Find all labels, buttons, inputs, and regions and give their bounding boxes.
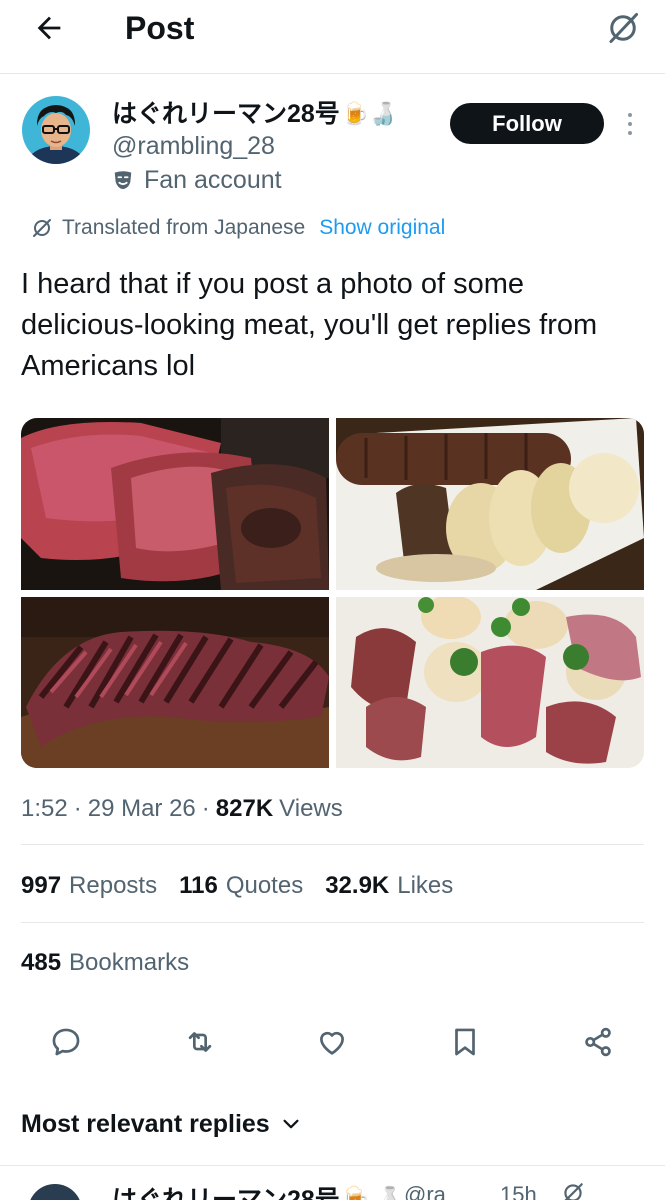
meta-separator: · bbox=[73, 795, 82, 822]
share-button[interactable] bbox=[576, 1020, 620, 1064]
like-button[interactable] bbox=[310, 1020, 354, 1064]
bookmarks-label: Bookmarks bbox=[69, 949, 190, 976]
bookmarks-stat[interactable]: 485 Bookmarks bbox=[21, 946, 211, 980]
photo-sliced-beef-board[interactable] bbox=[21, 597, 329, 768]
like-icon bbox=[320, 1031, 344, 1055]
follow-button[interactable]: Follow bbox=[450, 103, 604, 144]
replies-sort-dropdown[interactable]: Most relevant replies bbox=[21, 1106, 302, 1142]
account-label-text: Fan account bbox=[144, 166, 282, 194]
translate-toggle-button[interactable] bbox=[603, 8, 643, 48]
reply-author-handle: @ra bbox=[404, 1182, 446, 1200]
bookmarks-stat-inner: 485 Bookmarks bbox=[21, 946, 189, 980]
reply-timestamp: 15h bbox=[500, 1182, 537, 1200]
reply-avatar[interactable] bbox=[28, 1184, 82, 1200]
post-meta: 1:52 · 29 Mar 26 · 827K Views bbox=[21, 792, 343, 826]
reply-icon bbox=[52, 1028, 80, 1056]
author-name-emojis: 🍺🍶 bbox=[341, 101, 397, 126]
quotes-label: Quotes bbox=[225, 872, 304, 899]
theater-mask-icon bbox=[114, 171, 132, 190]
bookmark-button[interactable] bbox=[443, 1020, 487, 1064]
likes-label: Likes bbox=[397, 872, 454, 899]
page-title: Post bbox=[125, 10, 195, 46]
reposts-label: Reposts bbox=[69, 872, 158, 899]
photo-sliced-steak[interactable] bbox=[21, 418, 329, 590]
account-label-row: Fan account bbox=[112, 164, 282, 196]
divider bbox=[21, 922, 644, 923]
translated-from-label: Translated from Japanese bbox=[62, 216, 306, 239]
share-icon bbox=[585, 1027, 611, 1057]
repost-button[interactable] bbox=[178, 1020, 222, 1064]
reply-author-name: はぐれリーマン28号🍺🍶 bbox=[112, 1186, 403, 1200]
post-time: 1:52 bbox=[21, 795, 68, 822]
author-handle[interactable]: @rambling_28 bbox=[112, 130, 275, 162]
more-dot-icon bbox=[628, 122, 632, 126]
photo-beef-potatoes-sauce[interactable] bbox=[336, 597, 644, 768]
author-name-text: はぐれリーマン28号 bbox=[112, 100, 340, 128]
author-avatar[interactable] bbox=[22, 96, 90, 164]
media-grid bbox=[21, 418, 644, 768]
engagement-stats: 997 Reposts 116 Quotes 32.9K Likes bbox=[21, 869, 475, 903]
translate-slash-icon bbox=[33, 219, 51, 237]
views-label: Views bbox=[279, 795, 343, 822]
post-text: I heard that if you post a photo of some… bbox=[21, 268, 598, 382]
author-display-name[interactable]: はぐれリーマン28号 🍺🍶 bbox=[112, 98, 397, 130]
quotes-count: 116 bbox=[179, 872, 218, 899]
back-button[interactable] bbox=[26, 8, 72, 48]
repost-icon bbox=[188, 1032, 212, 1052]
bookmark-icon bbox=[455, 1028, 475, 1056]
post-date: 29 Mar 26 bbox=[87, 795, 196, 822]
replies-sort-label: Most relevant replies bbox=[21, 1110, 270, 1138]
quotes-stat[interactable]: 116 Quotes bbox=[179, 869, 303, 903]
top-bar: Post bbox=[0, 0, 665, 74]
more-options-button[interactable] bbox=[618, 108, 642, 140]
arrow-left-icon bbox=[37, 16, 61, 40]
translate-slash-icon bbox=[609, 13, 638, 43]
meta-separator: · bbox=[201, 795, 210, 822]
views-count[interactable]: 827K bbox=[216, 792, 273, 826]
translate-slash-icon bbox=[564, 1183, 583, 1200]
translation-notice: Translated from Japanese Show original bbox=[30, 212, 445, 244]
reply-button[interactable] bbox=[44, 1020, 88, 1064]
reposts-count: 997 bbox=[21, 872, 62, 899]
more-dot-icon bbox=[628, 131, 632, 135]
reposts-stat[interactable]: 997 Reposts bbox=[21, 869, 157, 903]
divider bbox=[21, 844, 644, 845]
likes-stat[interactable]: 32.9K Likes bbox=[325, 869, 453, 903]
show-original-link[interactable]: Show original bbox=[319, 216, 445, 240]
chevron-down-icon bbox=[283, 1119, 299, 1129]
likes-count: 32.9K bbox=[325, 872, 390, 899]
more-dot-icon bbox=[628, 113, 632, 117]
action-bar bbox=[0, 1020, 665, 1064]
reply-item[interactable]: はぐれリーマン28号🍺🍶 @ra 15h bbox=[0, 1165, 665, 1200]
bookmarks-count: 485 bbox=[21, 949, 62, 976]
photo-sausage-mushroom[interactable] bbox=[336, 418, 644, 590]
